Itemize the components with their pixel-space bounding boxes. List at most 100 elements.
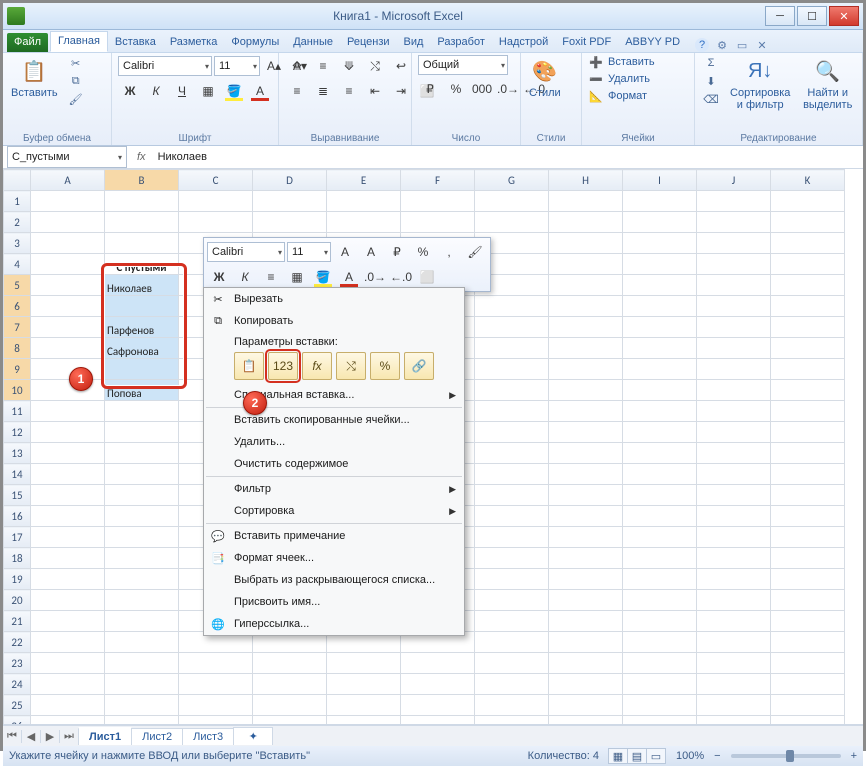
increase-decimal-icon[interactable]: .0→ bbox=[496, 78, 520, 100]
italic-button[interactable]: К bbox=[144, 80, 168, 102]
cell[interactable]: Парфенов bbox=[105, 317, 179, 338]
mini-currency-icon[interactable]: ₽ bbox=[385, 241, 409, 263]
col-header[interactable]: E bbox=[327, 170, 401, 191]
mini-percent-icon[interactable]: % bbox=[411, 241, 435, 263]
ctx-delete[interactable]: Удалить... bbox=[204, 431, 464, 453]
close-button[interactable]: ✕ bbox=[829, 6, 859, 26]
mini-grow-font-icon[interactable]: A bbox=[333, 241, 357, 263]
mini-fill-color-icon[interactable]: 🪣 bbox=[311, 266, 335, 288]
fx-label[interactable]: fx bbox=[131, 151, 152, 163]
paste-all-button[interactable]: 📋 bbox=[234, 352, 264, 380]
sheet-nav-prev[interactable]: ◀ bbox=[22, 730, 41, 743]
comma-icon[interactable]: 000 bbox=[470, 78, 494, 100]
styles-button[interactable]: 🎨 Стили bbox=[527, 55, 563, 101]
font-color-button[interactable]: A bbox=[248, 80, 272, 102]
increase-indent-icon[interactable]: ⇥ bbox=[389, 80, 413, 102]
paste-link-button[interactable]: 🔗 bbox=[404, 352, 434, 380]
ctx-insert-copied[interactable]: Вставить скопированные ячейки... bbox=[204, 409, 464, 431]
sheet-nav-last[interactable]: ⏭ bbox=[60, 730, 79, 743]
tab-insert[interactable]: Вставка bbox=[108, 33, 163, 52]
align-right-icon[interactable]: ≡ bbox=[337, 80, 361, 102]
cell[interactable]: Николаев bbox=[105, 275, 179, 296]
tab-layout[interactable]: Разметка bbox=[163, 33, 225, 52]
sort-filter-button[interactable]: Я↓ Сортировка и фильтр bbox=[727, 55, 793, 113]
mini-center-icon[interactable]: ≡ bbox=[259, 266, 283, 288]
col-header[interactable]: K bbox=[771, 170, 845, 191]
find-select-button[interactable]: 🔍 Найти и выделить bbox=[799, 55, 856, 113]
col-header[interactable]: F bbox=[401, 170, 475, 191]
fill-icon[interactable]: ⬇ bbox=[701, 73, 721, 89]
font-size-box[interactable]: 11 bbox=[214, 56, 260, 76]
currency-icon[interactable]: ₽ bbox=[418, 78, 442, 100]
ctx-filter[interactable]: Фильтр▶ bbox=[204, 478, 464, 500]
mini-font-size[interactable]: 11 bbox=[287, 242, 331, 262]
zoom-in-button[interactable]: + bbox=[851, 750, 857, 762]
tab-foxit[interactable]: Foxit PDF bbox=[555, 33, 618, 52]
cells-format-button[interactable]: 📐Формат bbox=[588, 89, 647, 103]
tab-review[interactable]: Рецензи bbox=[340, 33, 397, 52]
select-all-corner[interactable] bbox=[4, 170, 31, 191]
wrap-text-icon[interactable]: ↩ bbox=[389, 55, 413, 77]
cell[interactable]: С пустыми bbox=[105, 254, 179, 275]
align-middle-icon[interactable]: ≡ bbox=[311, 55, 335, 77]
paste-transpose-button[interactable]: ⤭ bbox=[336, 352, 366, 380]
zoom-slider[interactable] bbox=[731, 754, 841, 758]
ribbon-close-icon[interactable]: ✕ bbox=[755, 38, 769, 52]
orientation-icon[interactable]: ⤭ bbox=[363, 55, 387, 77]
col-header[interactable]: C bbox=[179, 170, 253, 191]
col-header[interactable]: D bbox=[253, 170, 327, 191]
mini-italic-button[interactable]: К bbox=[233, 266, 257, 288]
align-bottom-icon[interactable]: ⟱ bbox=[337, 55, 361, 77]
ctx-define-name[interactable]: Присвоить имя... bbox=[204, 591, 464, 613]
col-header[interactable]: H bbox=[549, 170, 623, 191]
copy-icon[interactable]: ⧉ bbox=[66, 73, 86, 89]
mini-format-painter-icon[interactable]: 🖌 bbox=[463, 241, 487, 263]
help-icon[interactable]: ? bbox=[695, 38, 709, 52]
number-format-box[interactable]: Общий bbox=[418, 55, 508, 75]
tab-addins[interactable]: Надстрой bbox=[492, 33, 555, 52]
ribbon-minimize-icon[interactable]: ▭ bbox=[735, 38, 749, 52]
decrease-indent-icon[interactable]: ⇤ bbox=[363, 80, 387, 102]
ctx-cut[interactable]: ✂Вырезать bbox=[204, 288, 464, 310]
cells-insert-button[interactable]: ➕Вставить bbox=[588, 55, 655, 69]
sheet-nav-next[interactable]: ▶ bbox=[41, 730, 60, 743]
formula-input[interactable]: Николаев bbox=[152, 151, 863, 163]
tab-home[interactable]: Главная bbox=[50, 31, 108, 52]
align-left-icon[interactable]: ≡ bbox=[285, 80, 309, 102]
col-header[interactable]: G bbox=[475, 170, 549, 191]
cell[interactable] bbox=[105, 296, 179, 317]
col-header[interactable]: I bbox=[623, 170, 697, 191]
bold-button[interactable]: Ж bbox=[118, 80, 142, 102]
mini-font-name[interactable]: Calibri bbox=[207, 242, 285, 262]
ctx-sort[interactable]: Сортировка▶ bbox=[204, 500, 464, 522]
mini-dec-decimal-icon[interactable]: ←.0 bbox=[389, 266, 413, 288]
paste-button[interactable]: 📋 Вставить bbox=[9, 55, 60, 101]
clear-icon[interactable]: ⌫ bbox=[701, 91, 721, 107]
col-header[interactable]: J bbox=[697, 170, 771, 191]
ctx-pick-list[interactable]: Выбрать из раскрывающегося списка... bbox=[204, 569, 464, 591]
tab-view[interactable]: Вид bbox=[397, 33, 431, 52]
ctx-format-cells[interactable]: 📑Формат ячеек... bbox=[204, 547, 464, 569]
cell[interactable]: Сафронова bbox=[105, 338, 179, 359]
mini-bold-button[interactable]: Ж bbox=[207, 266, 231, 288]
paste-values-button[interactable]: 123 bbox=[268, 352, 298, 380]
cell[interactable] bbox=[105, 359, 179, 380]
mini-font-color-icon[interactable]: A bbox=[337, 266, 361, 288]
maximize-button[interactable]: ☐ bbox=[797, 6, 827, 26]
zoom-out-button[interactable]: − bbox=[714, 750, 720, 762]
paste-formatting-button[interactable]: % bbox=[370, 352, 400, 380]
mini-comma-icon[interactable]: , bbox=[437, 241, 461, 263]
sheet-nav-first[interactable]: ⏮ bbox=[3, 730, 22, 743]
ctx-insert-comment[interactable]: 💬Вставить примечание bbox=[204, 525, 464, 547]
percent-icon[interactable]: % bbox=[444, 78, 468, 100]
new-sheet-button[interactable]: ✦ bbox=[233, 727, 273, 745]
sheet-tab-3[interactable]: Лист3 bbox=[182, 728, 234, 745]
sheet-tab-2[interactable]: Лист2 bbox=[131, 728, 183, 745]
mini-shrink-font-icon[interactable]: A bbox=[359, 241, 383, 263]
tab-developer[interactable]: Разработ bbox=[430, 33, 491, 52]
tab-abbyy[interactable]: ABBYY PD bbox=[618, 33, 687, 52]
ribbon-options-icon[interactable]: ⚙ bbox=[715, 38, 729, 52]
minimize-button[interactable]: ─ bbox=[765, 6, 795, 26]
cut-icon[interactable]: ✂ bbox=[66, 55, 86, 71]
font-name-box[interactable]: Calibri bbox=[118, 56, 212, 76]
